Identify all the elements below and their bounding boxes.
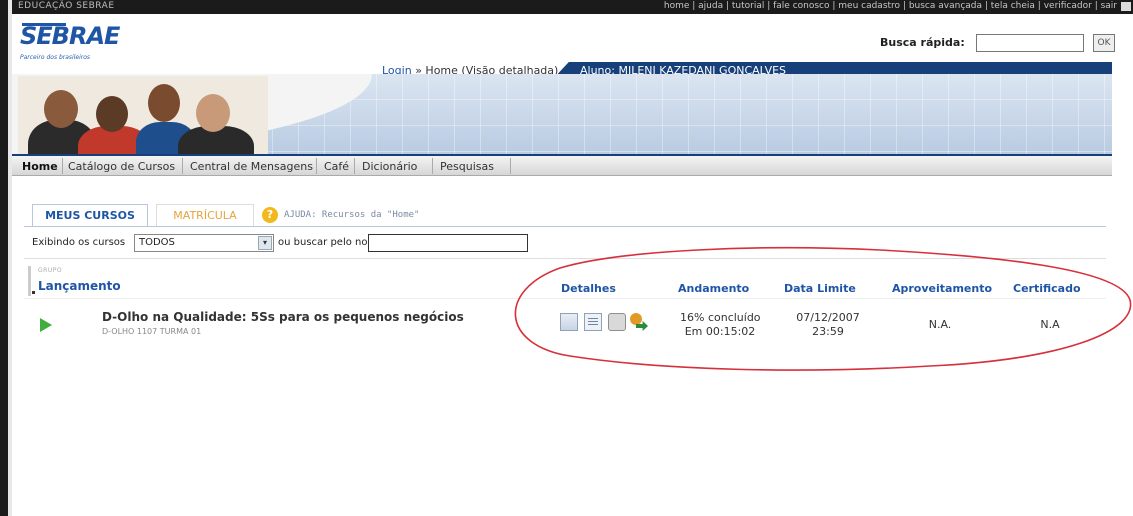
top-link-tela-cheia[interactable]: tela cheia	[991, 1, 1035, 11]
aproveitamento-value: N.A.	[928, 318, 952, 331]
play-icon[interactable]	[40, 318, 52, 332]
header-banner	[12, 74, 1112, 154]
course-content-icon[interactable]	[584, 313, 602, 331]
nav-catalogo[interactable]: Catálogo de Cursos	[68, 160, 175, 173]
course-title[interactable]: D-Olho na Qualidade: 5Ss para os pequeno…	[102, 310, 464, 324]
certificado-value: N.A	[1040, 318, 1060, 331]
tab-meus-cursos[interactable]: MEUS CURSOS	[32, 204, 148, 226]
nav-separator	[182, 158, 183, 174]
course-name-search-input[interactable]	[368, 234, 528, 252]
nav-separator	[354, 158, 355, 174]
column-detalhes: Detalhes	[561, 282, 616, 295]
nav-central-mensagens[interactable]: Central de Mensagens	[190, 160, 313, 173]
group-title: Lançamento	[38, 279, 121, 293]
group-dot	[32, 291, 35, 294]
nav-dicionario[interactable]: Dicionário	[362, 160, 417, 173]
group-marker	[28, 266, 31, 296]
logo-tagline: Parceiro dos brasileiros	[20, 54, 91, 61]
page: EDUCAÇÃO SEBRAE home | ajuda | tutorial …	[0, 0, 1133, 516]
deadline-date: 07/12/2007	[796, 311, 860, 324]
sebrae-logo[interactable]: SEBRAE	[20, 22, 120, 50]
course-filter-value: TODOS	[139, 237, 175, 248]
top-brand: EDUCAÇÃO SEBRAE	[18, 1, 115, 11]
tab-underline	[24, 226, 1106, 227]
nav-pesquisas[interactable]: Pesquisas	[440, 160, 494, 173]
chevron-down-icon[interactable]: ▾	[258, 236, 272, 250]
deadline-time: 23:59	[812, 325, 844, 338]
course-filter-select[interactable]: TODOS ▾	[134, 234, 274, 252]
busca-ok-button[interactable]: OK	[1093, 34, 1115, 52]
top-link-meu-cadastro[interactable]: meu cadastro	[838, 1, 900, 11]
busca-rapida-label: Busca rápida:	[880, 36, 965, 49]
top-link-tutorial[interactable]: tutorial	[732, 1, 764, 11]
andamento-cell: 16% concluído Em 00:15:02	[680, 311, 761, 339]
red-ellipse	[514, 246, 1132, 371]
column-certificado: Certificado	[1013, 282, 1081, 295]
window-left-border	[0, 0, 8, 516]
column-aproveitamento: Aproveitamento	[892, 282, 993, 295]
course-access-icon[interactable]	[630, 313, 648, 331]
close-icon[interactable]	[1121, 2, 1131, 11]
top-link-ajuda[interactable]: ajuda	[698, 1, 723, 11]
top-links-bar: EDUCAÇÃO SEBRAE home | ajuda | tutorial …	[12, 0, 1133, 14]
course-info-icon[interactable]	[560, 313, 578, 331]
nav-separator	[432, 158, 433, 174]
course-notes-icon[interactable]	[608, 313, 626, 331]
nav-cafe[interactable]: Café	[324, 160, 349, 173]
nav-separator	[510, 158, 511, 174]
column-andamento: Andamento	[678, 282, 750, 295]
filter-divider	[24, 258, 1106, 259]
top-link-verificador[interactable]: verificador	[1044, 1, 1092, 11]
exibindo-label: Exibindo os cursos	[32, 237, 126, 248]
group-tag: GRUPO	[38, 267, 63, 274]
progress-time: Em 00:15:02	[684, 325, 756, 338]
top-link-fale-conosco[interactable]: fale conosco	[773, 1, 829, 11]
progress-percent: 16% concluído	[680, 311, 761, 324]
header: SEBRAE Parceiro dos brasileiros Busca rá…	[12, 14, 1115, 80]
main-nav: Home Catálogo de Cursos Central de Mensa…	[12, 154, 1112, 176]
column-data-limite: Data Limite	[784, 282, 856, 295]
busca-rapida-input[interactable]	[976, 34, 1084, 52]
top-link-busca-avancada[interactable]: busca avançada	[909, 1, 982, 11]
nav-home[interactable]: Home	[22, 160, 58, 173]
banner-students-photo	[18, 76, 268, 154]
nav-separator	[62, 158, 63, 174]
tab-matricula[interactable]: MATRÍCULA	[156, 204, 254, 226]
help-icon[interactable]: ?	[262, 207, 278, 223]
data-limite-cell: 07/12/2007 23:59	[790, 311, 866, 339]
nav-separator	[316, 158, 317, 174]
top-link-home[interactable]: home	[664, 1, 690, 11]
header-divider	[24, 298, 1106, 299]
top-links: home | ajuda | tutorial | fale conosco |…	[663, 1, 1117, 11]
top-link-sair[interactable]: sair	[1101, 1, 1117, 11]
help-link[interactable]: AJUDA: Recursos da "Home"	[284, 210, 419, 220]
course-code: D-OLHO 1107 TURMA 01	[102, 327, 202, 336]
